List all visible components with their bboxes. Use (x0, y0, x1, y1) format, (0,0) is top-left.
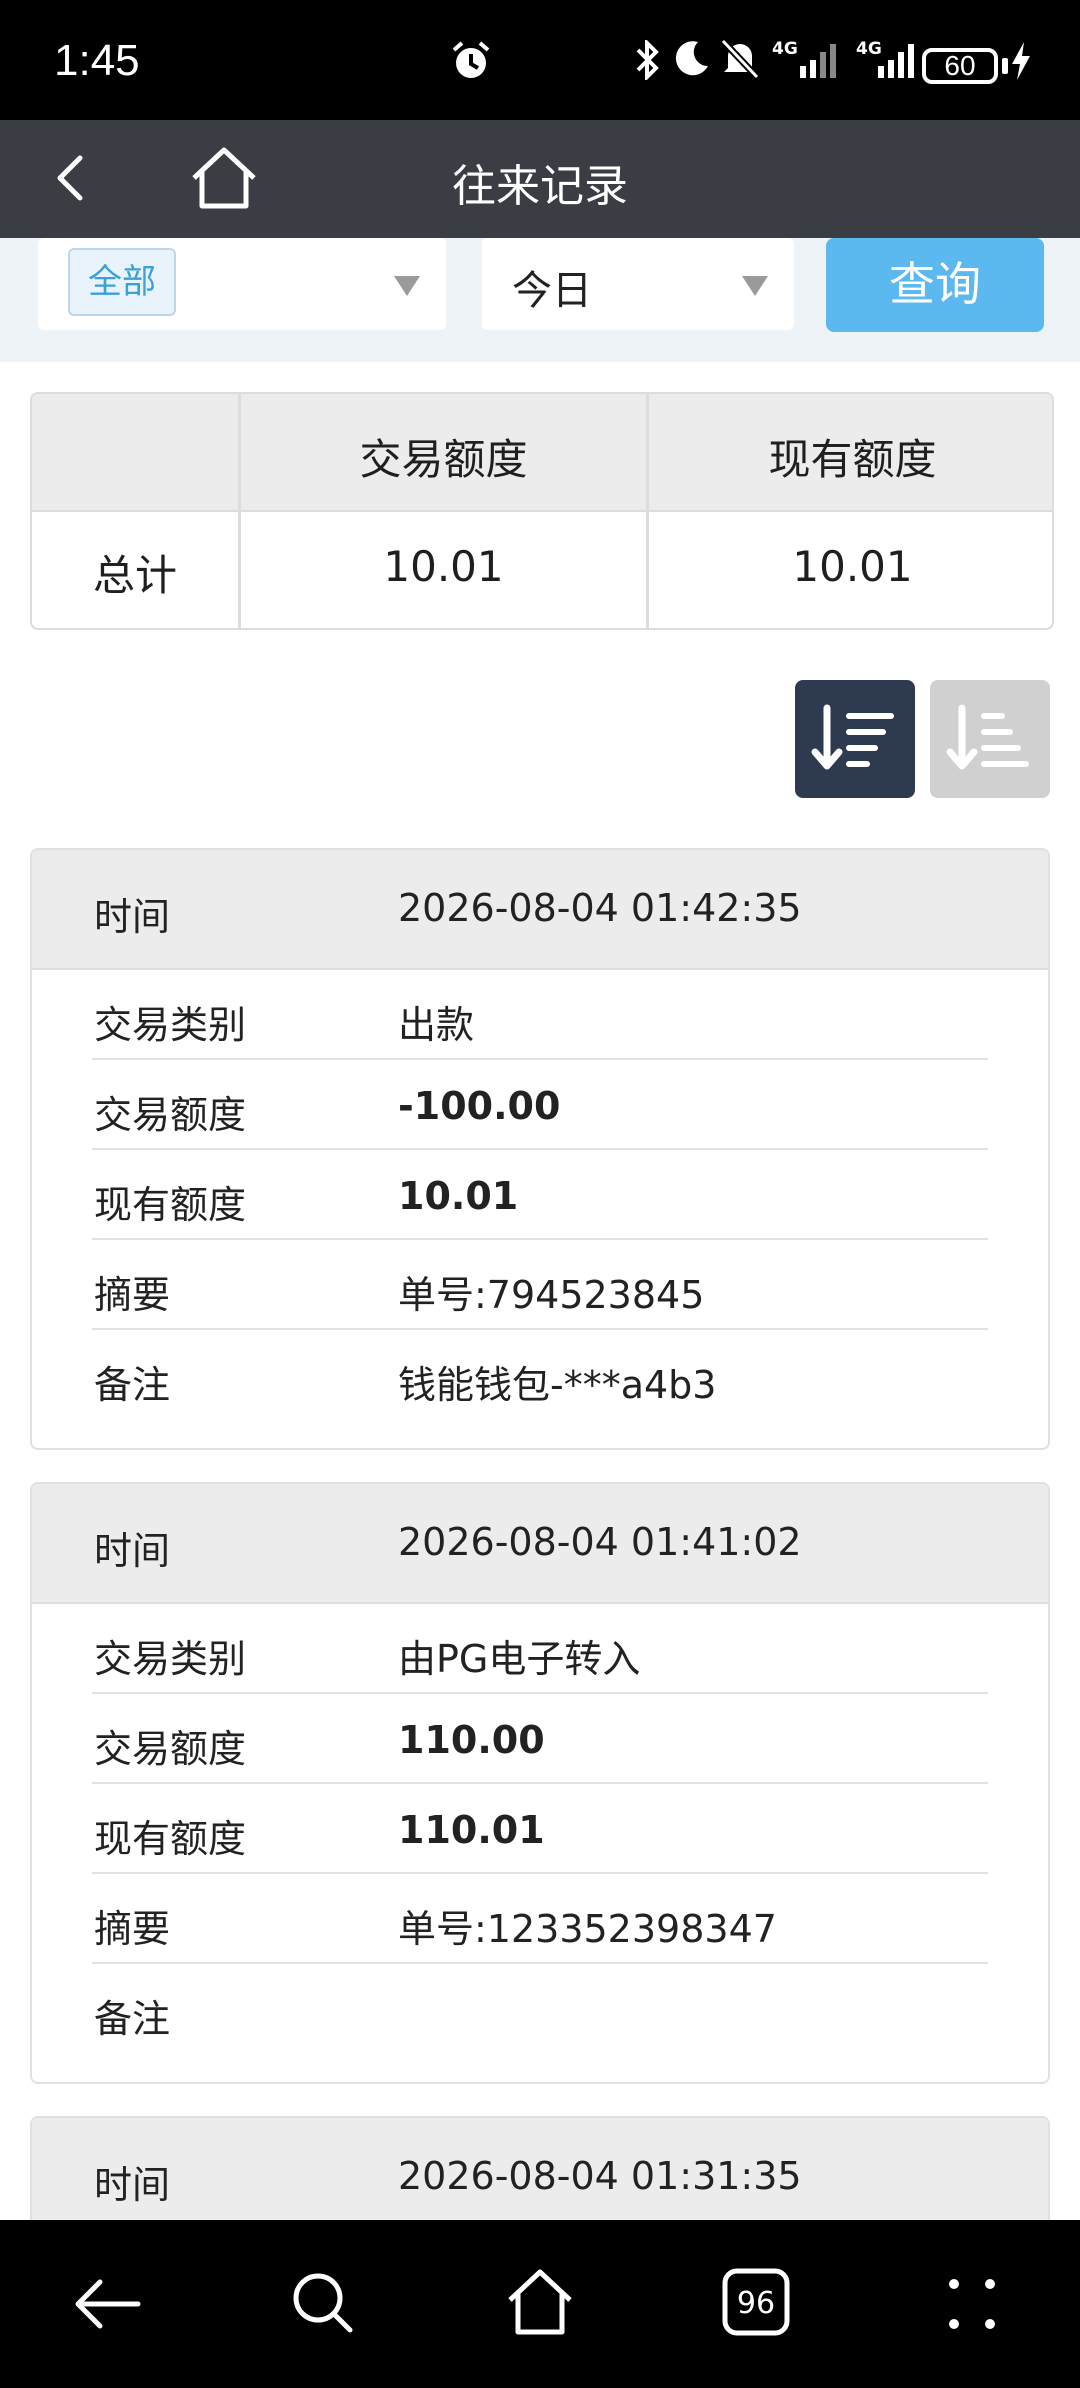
record-row: 摘要 单号:794523845 (92, 1240, 988, 1330)
remark-label: 备注 (94, 1997, 171, 2041)
more-icon[interactable] (946, 2274, 998, 2334)
home-icon[interactable] (504, 2266, 576, 2338)
record-card: 时间 2026-08-04 01:41:02 交易类别 由PG电子转入 交易额度… (30, 1482, 1050, 2084)
back-arrow-icon[interactable] (72, 2274, 144, 2334)
signal-icon: 4G (772, 39, 836, 78)
sort-asc-button[interactable] (930, 680, 1050, 798)
record-row: 备注 (92, 1964, 988, 2054)
divider (32, 510, 1052, 512)
chevron-down-icon (394, 276, 420, 296)
summary-current-total: 10.01 (792, 542, 913, 591)
date-select[interactable]: 今日 (482, 238, 794, 330)
record-row: 交易额度 -100.00 (92, 1060, 988, 1150)
bluetooth-icon (636, 40, 659, 80)
remark-label: 备注 (94, 1363, 171, 1407)
time-label: 时间 (94, 895, 171, 939)
time-value: 2026-08-04 01:31:35 (398, 2154, 802, 2198)
summary-row-label: 总计 (92, 551, 177, 600)
remark-value: 钱能钱包-***a4b3 (398, 1363, 717, 1407)
current-value: 110.01 (398, 1808, 545, 1852)
search-icon[interactable] (290, 2270, 356, 2336)
svg-text:4G: 4G (772, 39, 798, 59)
type-value: 由PG电子转入 (398, 1637, 641, 1681)
record-row: 备注 钱能钱包-***a4b3 (92, 1330, 988, 1420)
record-row: 交易额度 110.00 (92, 1694, 988, 1784)
sort-desc-button[interactable] (795, 680, 915, 798)
type-label: 交易类别 (94, 1637, 247, 1681)
record-time-row: 时间 2026-08-04 01:42:35 (32, 850, 1048, 970)
date-value: 今日 (512, 268, 592, 314)
status-icons: 4G 4G 60 (440, 30, 1040, 90)
moon-icon (675, 41, 708, 76)
record-time-row: 时间 2026-08-04 01:41:02 (32, 1484, 1048, 1604)
time-value: 2026-08-04 01:41:02 (398, 1520, 802, 1564)
status-time: 1:45 (54, 36, 140, 85)
summary-label: 摘要 (94, 1273, 171, 1317)
status-bar: 1:45 4G 4G 60 (0, 0, 1080, 120)
record-row: 交易类别 出款 (92, 970, 988, 1060)
chevron-down-icon (742, 276, 768, 296)
time-value: 2026-08-04 01:42:35 (398, 886, 802, 930)
summary-label: 摘要 (94, 1907, 171, 1951)
alarm-icon (452, 41, 490, 78)
current-value: 10.01 (398, 1174, 519, 1218)
trade-label: 交易额度 (94, 1093, 247, 1137)
filter-bar: 全部 今日 查询 (0, 238, 1080, 362)
record-row: 摘要 单号:123352398347 (92, 1874, 988, 1964)
current-label: 现有额度 (94, 1183, 247, 1227)
sort-asc-icon (946, 704, 1029, 770)
time-label: 时间 (94, 1529, 171, 1573)
battery-indicator: 60 (922, 48, 998, 84)
svg-text:4G: 4G (856, 39, 882, 59)
trade-value: -100.00 (398, 1084, 561, 1128)
summary-trade-total: 10.01 (383, 542, 504, 591)
time-label: 时间 (94, 2163, 171, 2207)
app-header: 往来记录 (0, 120, 1080, 238)
sort-desc-icon (811, 704, 894, 770)
record-row: 现有额度 110.01 (92, 1784, 988, 1874)
battery-tip (1002, 58, 1008, 74)
category-select[interactable]: 全部 (38, 238, 446, 330)
mute-icon (720, 38, 760, 80)
current-label: 现有额度 (94, 1817, 247, 1861)
record-card: 时间 2026-08-04 01:42:35 交易类别 出款 交易额度 -100… (30, 848, 1050, 1450)
svg-text:96: 96 (737, 2286, 775, 2321)
summary-value: 单号:794523845 (398, 1273, 705, 1317)
charging-icon (1012, 42, 1030, 80)
type-value: 出款 (398, 1003, 475, 1047)
category-tag[interactable]: 全部 (68, 248, 176, 316)
system-nav-bar: 96 (0, 2220, 1080, 2388)
summary-col-trade: 交易额度 (359, 435, 528, 484)
trade-label: 交易额度 (94, 1727, 247, 1771)
summary-value: 单号:123352398347 (398, 1907, 777, 1951)
trade-value: 110.00 (398, 1718, 545, 1762)
record-row: 交易类别 由PG电子转入 (92, 1604, 988, 1694)
record-row: 现有额度 10.01 (92, 1150, 988, 1240)
signal-icon: 4G (856, 39, 914, 78)
summary-table: 交易额度 现有额度 总计 10.01 10.01 (30, 392, 1054, 630)
query-button[interactable]: 查询 (826, 238, 1044, 332)
page-title: 往来记录 (452, 161, 628, 212)
summary-col-current: 现有额度 (768, 435, 937, 484)
tabs-icon[interactable]: 96 (722, 2268, 790, 2336)
type-label: 交易类别 (94, 1003, 247, 1047)
